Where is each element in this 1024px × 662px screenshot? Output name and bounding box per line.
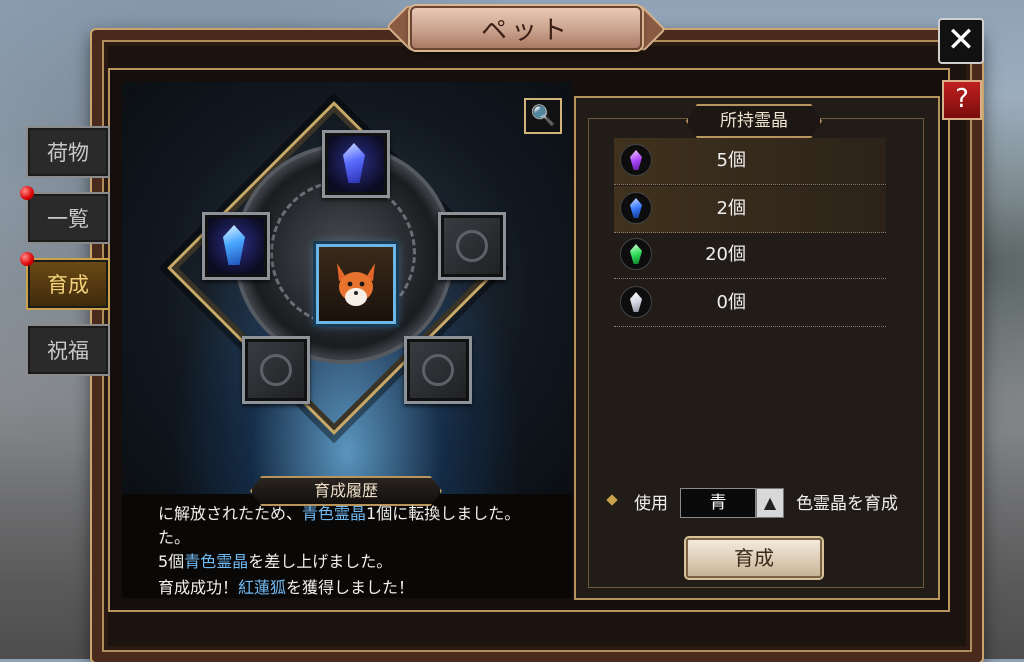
blue-crystal-icon bbox=[343, 143, 365, 183]
magnifier-icon: 🔍 bbox=[530, 103, 556, 127]
crystal-slot-right[interactable] bbox=[438, 212, 506, 280]
history-line: 育成成功！紅蓮狐を獲得しました！ bbox=[158, 578, 415, 597]
white-crystal-icon bbox=[620, 286, 652, 318]
empty-slot-emblem-icon bbox=[422, 354, 454, 386]
fox-icon bbox=[337, 263, 375, 306]
notification-dot bbox=[20, 252, 34, 266]
tab-training[interactable]: 育成 bbox=[26, 258, 110, 310]
crystal-slot-bottom-right[interactable] bbox=[404, 336, 472, 404]
history-line: た。 bbox=[158, 528, 191, 547]
close-button[interactable]: ✕ bbox=[938, 18, 984, 64]
crystal-row-white[interactable]: 0個 bbox=[614, 280, 886, 327]
empty-slot-emblem-icon bbox=[456, 230, 488, 262]
blue-crystal-icon bbox=[223, 225, 245, 265]
crystal-count: 5個 bbox=[716, 150, 746, 171]
crystal-count: 2個 bbox=[716, 198, 746, 219]
purple-crystal-icon bbox=[620, 144, 652, 176]
notification-dot bbox=[20, 186, 34, 200]
tab-inventory[interactable]: 荷物 bbox=[26, 126, 110, 178]
help-button[interactable]: ? bbox=[942, 80, 982, 120]
crystal-count: 0個 bbox=[716, 292, 746, 313]
history-line: に解放されたため、青色霊晶1個に転換しました。 bbox=[158, 504, 521, 523]
use-label: 使用 bbox=[634, 494, 668, 514]
history-line: 5個青色霊晶を差し上げました。 bbox=[158, 552, 393, 571]
owned-crystals-header: 所持霊晶 bbox=[686, 104, 822, 138]
window-title: ペット bbox=[410, 6, 642, 50]
dropdown-arrow-icon[interactable]: ▲ bbox=[756, 488, 784, 518]
tab-list[interactable]: 一覧 bbox=[26, 192, 110, 244]
crystal-row-green[interactable]: 20個 bbox=[614, 232, 886, 279]
crystal-slot-bottom-left[interactable] bbox=[242, 336, 310, 404]
grow-suffix-label: 色霊晶を育成 bbox=[796, 494, 898, 514]
pet-portrait[interactable] bbox=[316, 244, 396, 324]
tab-blessing[interactable]: 祝福 bbox=[26, 324, 110, 376]
green-crystal-icon bbox=[620, 238, 652, 270]
zoom-button[interactable]: 🔍 bbox=[524, 98, 562, 134]
crystal-row-blue[interactable]: 2個 bbox=[614, 186, 886, 233]
crystal-row-purple[interactable]: 5個 bbox=[614, 138, 886, 185]
crystal-slot-left[interactable] bbox=[202, 212, 270, 280]
empty-slot-emblem-icon bbox=[260, 354, 292, 386]
blue-crystal-icon bbox=[620, 192, 652, 224]
crystal-count: 20個 bbox=[705, 244, 746, 265]
crystal-color-select[interactable]: 青 bbox=[680, 488, 756, 518]
grow-button[interactable]: 育成 bbox=[686, 538, 822, 578]
crystal-slot-top[interactable] bbox=[322, 130, 390, 198]
